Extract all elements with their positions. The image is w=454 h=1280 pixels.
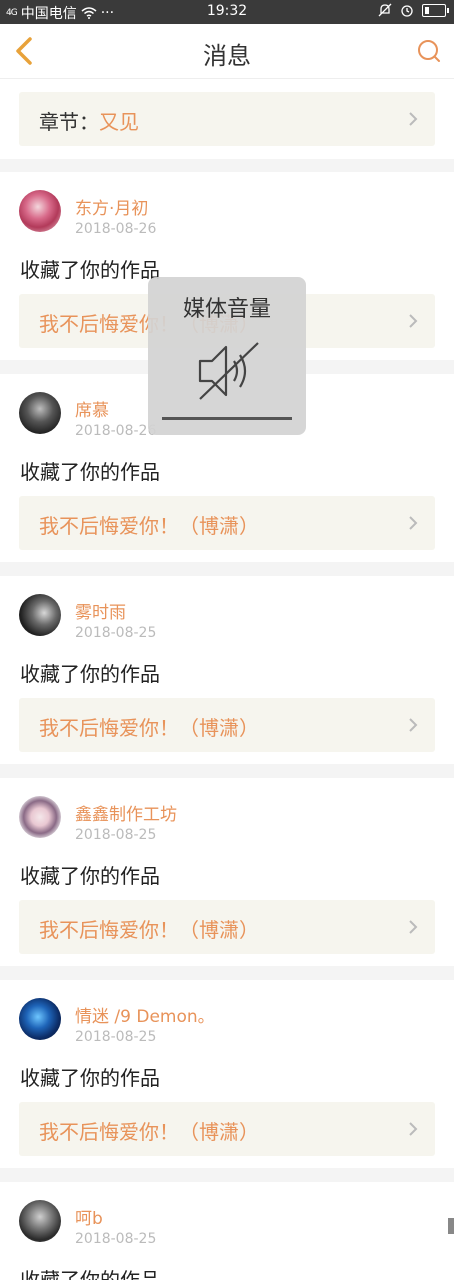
message-date: 2018-08-25 [75,1029,157,1045]
status-bar: 4G 中国电信 ··· 19:32 [0,0,454,24]
message-action: 收藏了你的作品 [20,258,160,282]
message-action: 收藏了你的作品 [20,1268,160,1280]
scrollbar-thumb[interactable] [448,1218,454,1234]
avatar[interactable] [19,392,61,434]
alarm-icon [401,5,413,17]
message-action: 收藏了你的作品 [20,864,160,888]
speaker-muted-icon [198,342,259,400]
chapter-value: 又见 [99,110,139,134]
chevron-right-icon [409,1122,418,1136]
message-item: 呵b 2018-08-25 收藏了你的作品 [0,1182,454,1280]
volume-title: 媒体音量 [182,297,271,322]
message-date: 2018-08-26 [75,221,157,237]
message-item: 雾时雨 2018-08-25 收藏了你的作品 我不后悔爱你！（博潇） [0,576,454,764]
work-link[interactable]: 我不后悔爱你！（博潇） [19,496,435,550]
avatar[interactable] [19,998,61,1040]
message-date: 2018-08-26 [75,423,157,439]
media-volume-overlay: 媒体音量 [148,277,306,435]
avatar[interactable] [19,594,61,636]
avatar[interactable] [19,796,61,838]
avatar[interactable] [19,190,61,232]
mute-bell-icon [378,3,392,17]
chevron-right-icon [409,718,418,732]
work-link[interactable]: 我不后悔爱你！（博潇） [19,900,435,954]
work-link[interactable]: 我不后悔爱你！（博潇） [19,1102,435,1156]
work-title: 我不后悔爱你！（博潇） [39,918,259,942]
chapter-label: 章节： [39,110,99,134]
chevron-right-icon [409,112,418,126]
user-name[interactable]: 情迷 /9 Demon。 [75,1002,215,1027]
search-icon[interactable] [414,36,444,66]
page-title: 消息 [203,42,251,70]
app-header: 消息 [0,24,454,79]
message-date: 2018-08-25 [75,827,157,843]
message-action: 收藏了你的作品 [20,460,160,484]
work-title: 我不后悔爱你！（博潇） [39,716,259,740]
chevron-right-icon [409,516,418,530]
avatar[interactable] [19,1200,61,1242]
chevron-right-icon [409,314,418,328]
message-date: 2018-08-25 [75,625,157,641]
user-name[interactable]: 呵b [75,1204,103,1229]
message-item: 鑫鑫制作工坊 2018-08-25 收藏了你的作品 我不后悔爱你！（博潇） [0,778,454,966]
message-date: 2018-08-25 [75,1231,157,1247]
message-item: 情迷 /9 Demon。 2018-08-25 收藏了你的作品 我不后悔爱你！（… [0,980,454,1168]
work-title: 我不后悔爱你！（博潇） [39,1120,259,1144]
chapter-card: 章节：又见 [0,79,454,159]
message-action: 收藏了你的作品 [20,662,160,686]
chapter-link[interactable]: 章节：又见 [19,92,435,146]
user-name[interactable]: 东方·月初 [75,194,148,219]
message-action: 收藏了你的作品 [20,1066,160,1090]
user-name[interactable]: 鑫鑫制作工坊 [75,800,177,825]
work-link[interactable]: 我不后悔爱你！（博潇） [19,698,435,752]
user-name[interactable]: 席慕 [75,396,109,421]
work-title: 我不后悔爱你！（博潇） [39,514,259,538]
user-name[interactable]: 雾时雨 [75,598,126,623]
volume-level-bar [162,417,292,420]
battery-icon [422,3,449,17]
chevron-right-icon [409,920,418,934]
